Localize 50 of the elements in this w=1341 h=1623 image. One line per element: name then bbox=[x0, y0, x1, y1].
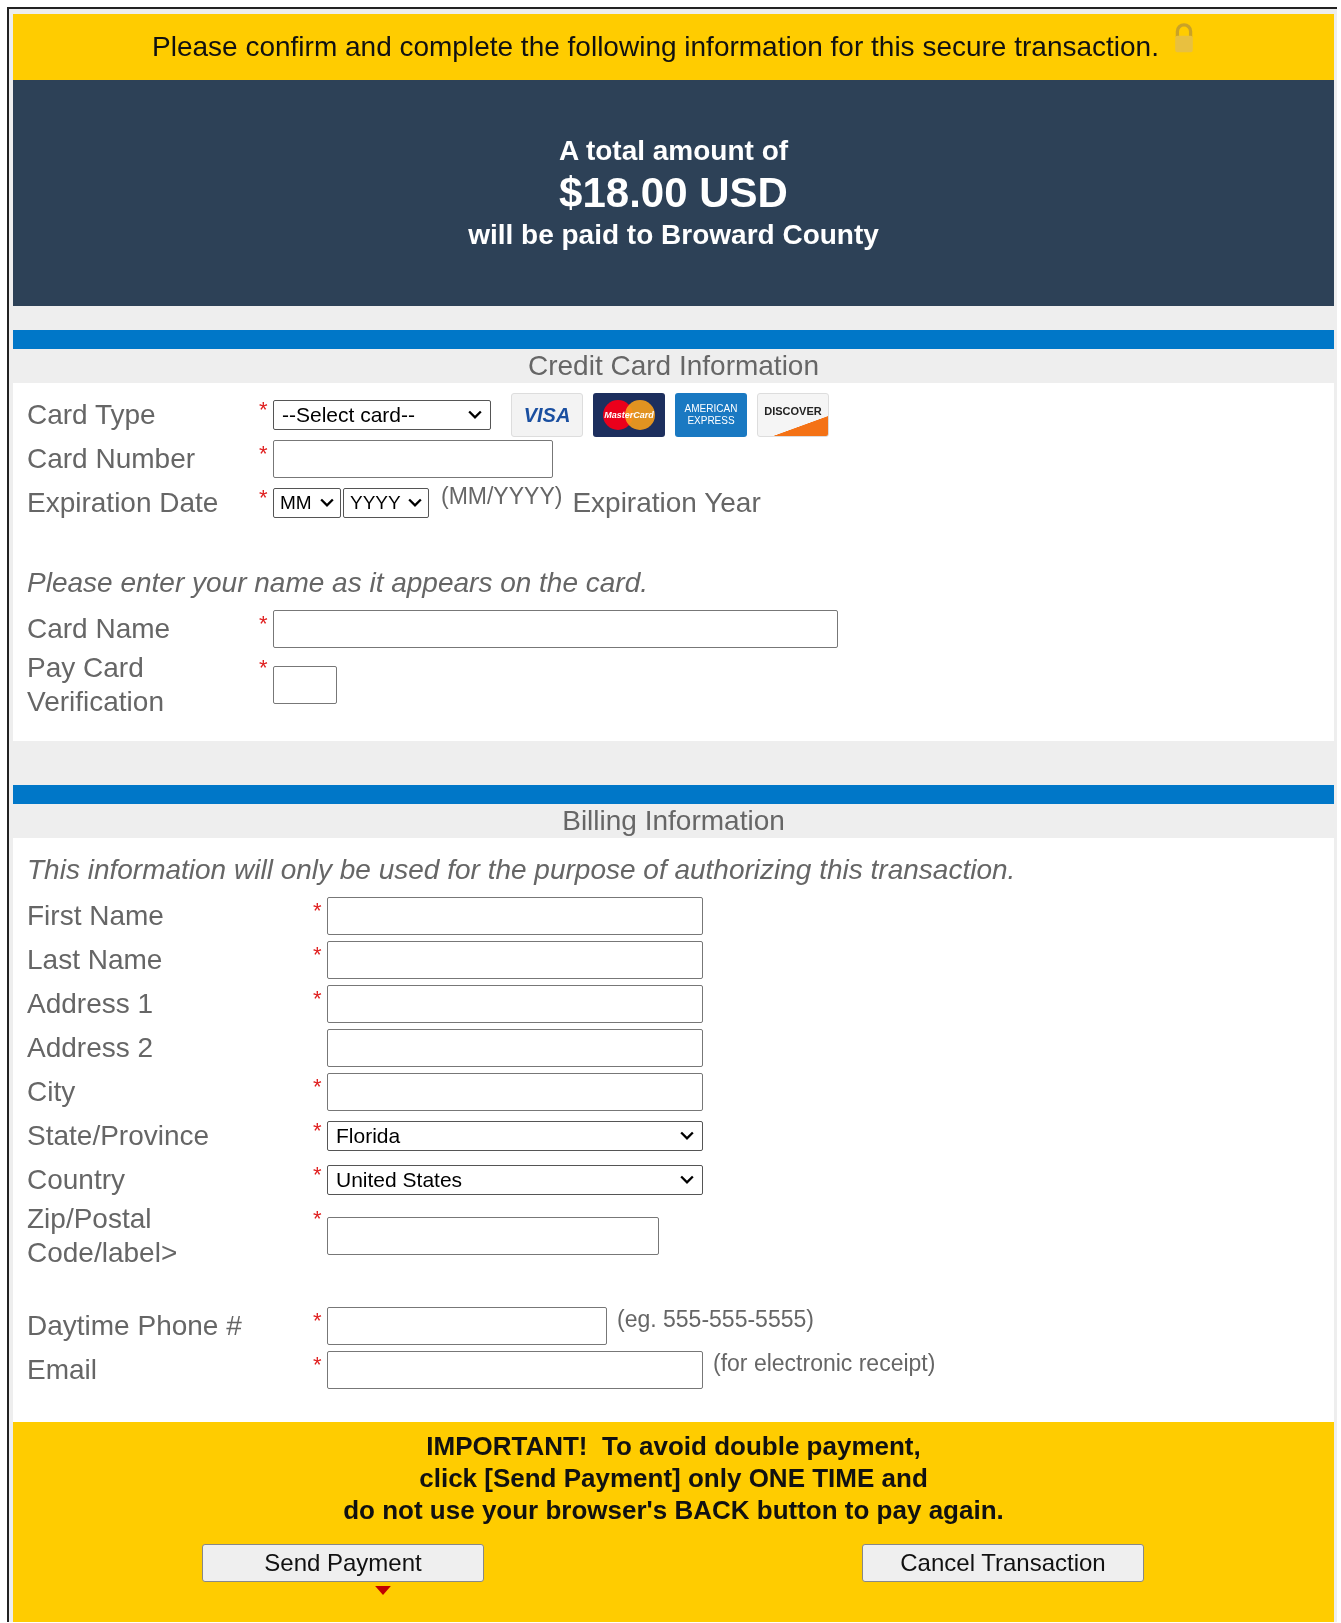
field-label: Last Name bbox=[27, 943, 164, 977]
field-label: Email bbox=[27, 1353, 98, 1387]
field-label: Address 2 bbox=[27, 1031, 155, 1065]
payee-text: will be paid to Broward County bbox=[467, 218, 880, 252]
field-label: Zip/Postal Code/label> bbox=[27, 1202, 179, 1270]
required-mark: * bbox=[259, 397, 268, 422]
amex-logo: AMERICAN EXPRESS bbox=[675, 393, 747, 437]
required-mark: * bbox=[259, 485, 268, 510]
field-label: First Name bbox=[27, 899, 165, 933]
field-label: Address 1 bbox=[27, 987, 155, 1021]
required-mark: * bbox=[259, 655, 268, 680]
required-mark: * bbox=[259, 441, 268, 466]
year-dropdown[interactable]: YYYY bbox=[343, 488, 429, 518]
field-label: Pay Card Verification bbox=[27, 651, 165, 719]
field-hint: (for electronic receipt) bbox=[713, 1349, 936, 1377]
required-mark: * bbox=[313, 1074, 322, 1099]
dropdown[interactable]: Florida bbox=[327, 1121, 703, 1151]
dropdown[interactable]: --Select card-- bbox=[273, 400, 491, 430]
format-hint: (MM/YYYY) bbox=[441, 482, 563, 510]
dropdown[interactable]: United States bbox=[327, 1165, 703, 1195]
month-dropdown[interactable]: MM bbox=[273, 488, 341, 518]
cancel-button[interactable]: Cancel Transaction bbox=[862, 1544, 1144, 1582]
required-mark: * bbox=[313, 898, 322, 923]
required-mark: * bbox=[313, 1352, 322, 1377]
required-mark: * bbox=[313, 1118, 322, 1143]
required-mark: * bbox=[313, 1308, 322, 1333]
warning-text: IMPORTANT! To avoid double payment, click [Send Payment] only ONE TIME and do not use your browser's BACK button to pay again. bbox=[342, 1430, 1005, 1526]
field-label: Expiration Year bbox=[572, 486, 761, 520]
instruction-text: This information will only be used for the purpose of authorizing this transaction. bbox=[27, 853, 1017, 887]
total-amount: $18.00 USD bbox=[558, 168, 789, 218]
field-label: State/Province bbox=[27, 1119, 211, 1153]
required-mark: * bbox=[313, 1162, 322, 1187]
field-label: Card Name bbox=[27, 612, 172, 646]
instruction-text: Please enter your name as it appears on the card. bbox=[27, 566, 650, 600]
field-label: Daytime Phone # bbox=[27, 1309, 243, 1343]
send-payment-button[interactable]: Send Payment bbox=[202, 1544, 484, 1582]
field-label: Card Type bbox=[27, 398, 157, 432]
visa-logo: VISA bbox=[511, 393, 583, 437]
field-hint: (eg. 555-555-5555) bbox=[617, 1305, 814, 1333]
field-label: Card Number bbox=[27, 442, 197, 476]
discover-logo: DISCOVER bbox=[757, 393, 829, 437]
notice-text: Please confirm and complete the following information for this secure transaction. bbox=[152, 31, 1159, 63]
field-label: Expiration Date bbox=[27, 486, 220, 520]
required-mark: * bbox=[313, 942, 322, 967]
field-label: City bbox=[27, 1075, 77, 1109]
required-mark: * bbox=[313, 1206, 322, 1231]
field-label: Country bbox=[27, 1163, 127, 1197]
required-mark: * bbox=[313, 986, 322, 1011]
required-mark: * bbox=[259, 611, 268, 636]
total-intro: A total amount of bbox=[557, 134, 790, 168]
